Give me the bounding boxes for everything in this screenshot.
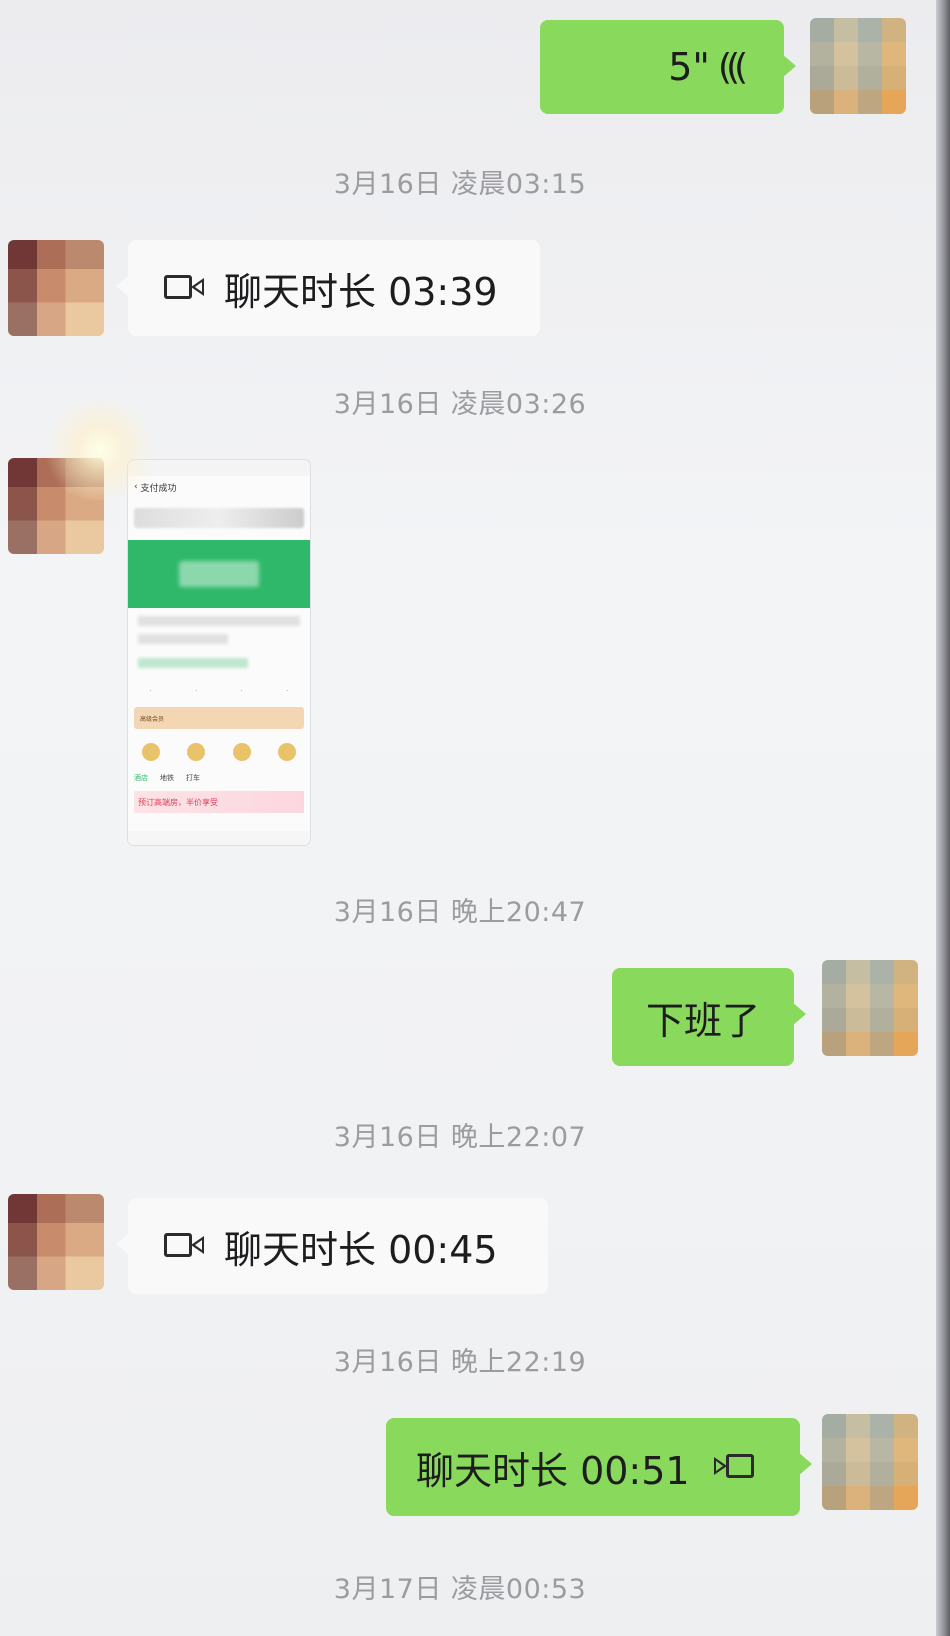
message-text: 下班了 — [645, 998, 760, 1043]
screenshot-bottom-bar — [128, 831, 310, 845]
screenshot-tabs: 酒店 地铁 打车 — [134, 774, 200, 782]
screenshot-nav-bar: ‹ 支付成功 — [128, 476, 310, 498]
video-call-duration: 聊天时长 00:51 — [416, 1448, 690, 1493]
timestamp: 3月16日 凌晨03:15 — [333, 169, 587, 200]
timestamp: 3月16日 凌晨03:26 — [333, 389, 587, 420]
blurred-line — [138, 658, 248, 668]
blurred-line — [138, 616, 300, 626]
contact-avatar[interactable] — [8, 458, 104, 554]
video-call-duration: 聊天时长 03:39 — [224, 269, 498, 314]
self-avatar[interactable] — [822, 960, 918, 1056]
video-camera-icon — [164, 1231, 206, 1261]
video-camera-icon — [712, 1452, 754, 1482]
timestamp: 3月16日 晚上20:47 — [333, 897, 587, 928]
contact-avatar[interactable] — [8, 240, 104, 336]
video-call-duration: 聊天时长 00:45 — [224, 1227, 498, 1272]
chat-screen: 5" ))) 3月16日 凌晨03:15 聊天时长 03:39 3月16日 凌晨… — [0, 0, 950, 1636]
self-avatar[interactable] — [822, 1414, 918, 1510]
screen-edge — [936, 0, 950, 1636]
video-camera-icon — [164, 273, 206, 303]
image-message[interactable]: ‹ 支付成功 · · · · 高级会员 酒店 地铁 打车 预订高端房，半价享受 — [128, 460, 310, 845]
blurred-line — [138, 634, 228, 644]
contact-avatar[interactable] — [8, 1194, 104, 1290]
video-call-bubble[interactable]: 聊天时长 00:51 — [386, 1418, 812, 1516]
screenshot-status-bar — [128, 460, 310, 476]
screenshot-feature-icons — [128, 743, 310, 761]
voice-duration: 5" — [668, 45, 710, 89]
voice-message-bubble[interactable]: 5" ))) — [540, 20, 796, 114]
blurred-field — [134, 508, 304, 528]
screenshot-shortcut-row: · · · · — [149, 688, 289, 695]
video-call-bubble[interactable]: 聊天时长 00:45 — [116, 1198, 548, 1294]
timestamp: 3月16日 晚上22:19 — [333, 1347, 587, 1378]
video-call-bubble[interactable]: 聊天时长 03:39 — [116, 240, 540, 336]
timestamp: 3月17日 凌晨00:53 — [333, 1574, 587, 1605]
timestamp: 3月16日 晚上22:07 — [333, 1122, 587, 1153]
text-message-bubble[interactable]: 下班了 — [612, 968, 806, 1066]
voice-wave-icon: ))) — [723, 46, 748, 88]
screenshot-member-banner: 高级会员 — [134, 707, 304, 729]
screenshot-promo-bar: 预订高端房，半价享受 — [134, 791, 304, 813]
screenshot-nav-title: 支付成功 — [140, 483, 177, 494]
payment-success-panel — [128, 540, 310, 608]
self-avatar[interactable] — [810, 18, 906, 114]
